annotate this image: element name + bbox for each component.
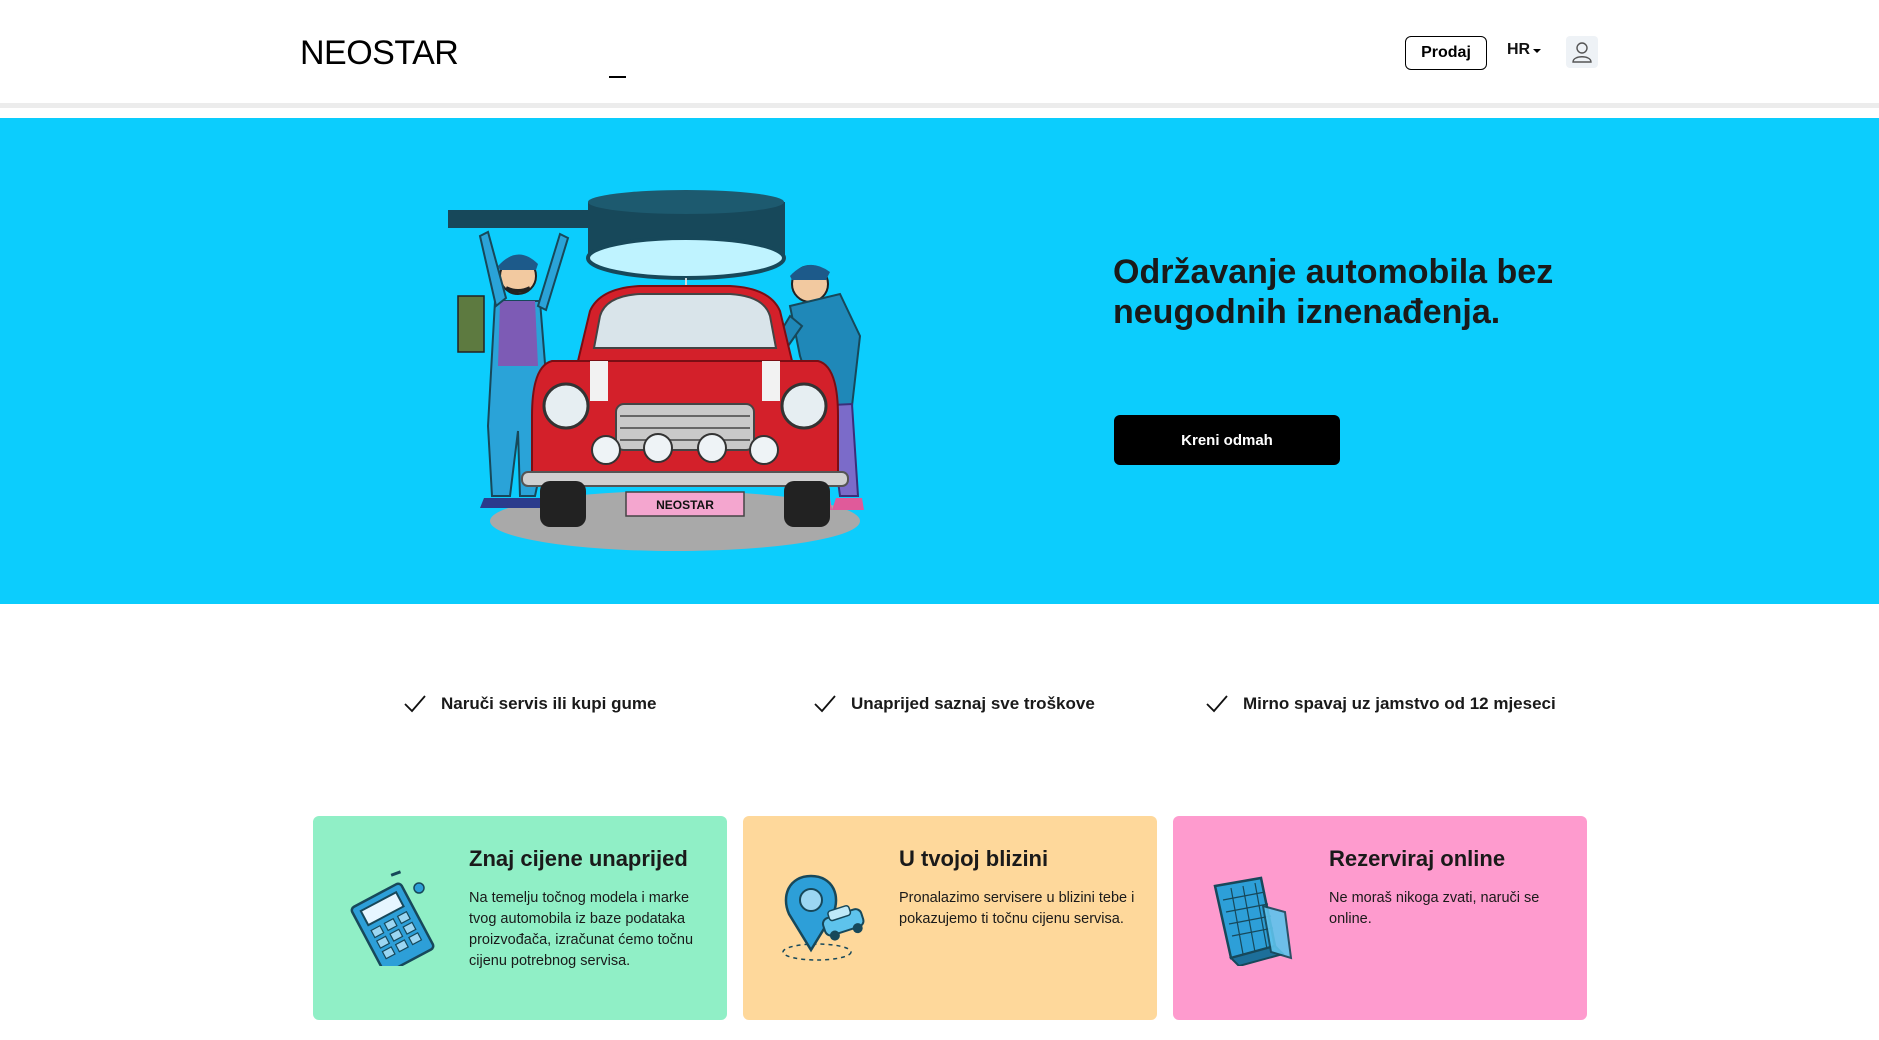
card-description: Ne moraš nikoga zvati, naruči se online. — [1329, 890, 1540, 927]
check-icon — [404, 695, 426, 713]
card-description: Pronalazimo servisere u blizini tebe i p… — [899, 890, 1135, 927]
card-title: Rezerviraj online — [1329, 846, 1506, 871]
language-selector[interactable]: HR — [1507, 41, 1542, 59]
feature-item: Mirno spavaj uz jamstvo od 12 mjeseci — [1205, 694, 1556, 714]
feature-label: Unaprijed saznaj sve troškove — [851, 694, 1095, 713]
feature-item: Unaprijed saznaj sve troškove — [813, 694, 1095, 714]
sell-button[interactable]: Prodaj — [1405, 36, 1487, 70]
hero-banner: NEOSTAR Održavanje automobila bez neugod… — [0, 118, 1879, 604]
calendar-icon — [1213, 876, 1293, 966]
card-prices: Znaj cijene unaprijed Na temelju točnog … — [313, 816, 727, 1020]
card-book-online: Rezerviraj online Ne moraš nikoga zvati,… — [1173, 816, 1587, 1020]
card-description: Na temelju točnog modela i marke tvog au… — [469, 890, 694, 969]
card-title: U tvojoj blizini — [899, 846, 1049, 871]
caret-down-icon — [1533, 49, 1542, 53]
site-logo[interactable]: NEOSTAR — [300, 34, 459, 73]
mechanics-car-illustration: NEOSTAR — [448, 190, 864, 551]
check-icon — [814, 695, 836, 713]
check-icon — [1206, 695, 1228, 713]
location-pin-car-icon — [782, 874, 865, 961]
start-now-button[interactable]: Kreni odmah — [1114, 415, 1340, 465]
nav-indicator — [609, 76, 626, 78]
card-title: Znaj cijene unaprijed — [469, 846, 688, 871]
hero-title: Održavanje automobila bez neugodnih izne… — [1113, 253, 1554, 331]
calculator-icon — [350, 870, 435, 966]
user-account-button[interactable] — [1566, 36, 1598, 68]
site-header: NEOSTAR Prodaj HR — [0, 0, 1879, 108]
user-icon — [1572, 42, 1592, 63]
feature-label: Mirno spavaj uz jamstvo od 12 mjeseci — [1243, 694, 1556, 713]
feature-item: Naruči servis ili kupi gume — [403, 694, 656, 714]
license-plate-text: NEOSTAR — [656, 498, 714, 512]
language-label: HR — [1507, 41, 1531, 58]
feature-label: Naruči servis ili kupi gume — [441, 694, 657, 713]
card-nearby: U tvojoj blizini Pronalazimo servisere u… — [743, 816, 1157, 1020]
